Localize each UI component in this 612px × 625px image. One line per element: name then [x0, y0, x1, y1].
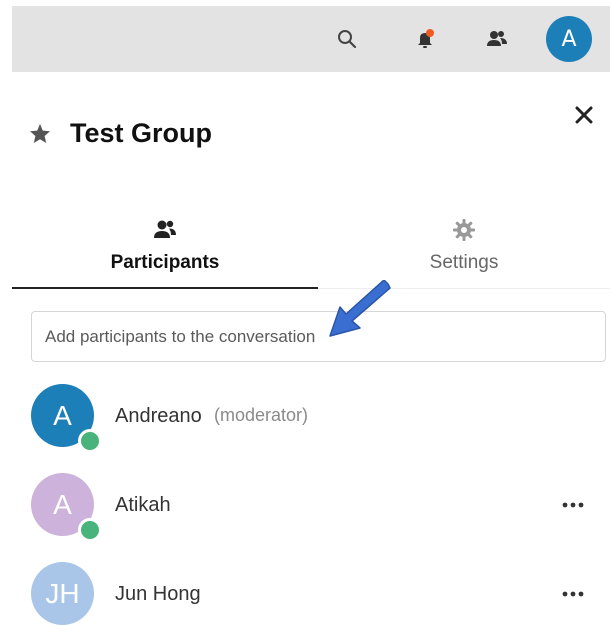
contacts-icon[interactable]: [482, 24, 512, 54]
participant-name: Jun Hong: [115, 583, 201, 605]
online-status-icon: [78, 518, 102, 542]
participant-role: (moderator): [214, 405, 309, 425]
active-tab-indicator: [12, 287, 318, 289]
avatar: JH: [31, 562, 94, 625]
participant-name: Atikah: [115, 494, 171, 516]
add-participants-field[interactable]: [31, 311, 606, 362]
tab-settings[interactable]: Settings: [318, 218, 610, 286]
gear-icon: [452, 218, 476, 242]
participant-row[interactable]: JH Jun Hong: [31, 562, 610, 625]
search-icon[interactable]: [332, 24, 362, 54]
tab-participants[interactable]: Participants: [12, 218, 318, 286]
star-icon[interactable]: [28, 121, 54, 147]
more-options-icon[interactable]: [556, 493, 590, 517]
more-options-icon[interactable]: [556, 582, 590, 606]
tab-label: Settings: [429, 252, 499, 273]
top-header-bar: A: [12, 6, 610, 72]
notification-bell-icon[interactable]: [410, 24, 440, 54]
online-status-icon: [78, 429, 102, 453]
participant-name: Andreano: [115, 405, 202, 427]
add-participants-input[interactable]: [45, 326, 592, 347]
user-avatar[interactable]: A: [546, 16, 592, 62]
close-icon[interactable]: [570, 101, 598, 129]
participants-icon: [153, 218, 177, 242]
participant-row[interactable]: A Andreano (moderator): [31, 384, 610, 453]
annotation-arrow-icon: [329, 280, 391, 337]
notification-dot: [426, 29, 434, 37]
conversation-header: Test Group: [28, 118, 212, 149]
participant-row[interactable]: A Atikah: [31, 473, 610, 542]
conversation-title: Test Group: [70, 118, 213, 148]
tab-label: Participants: [110, 252, 220, 273]
